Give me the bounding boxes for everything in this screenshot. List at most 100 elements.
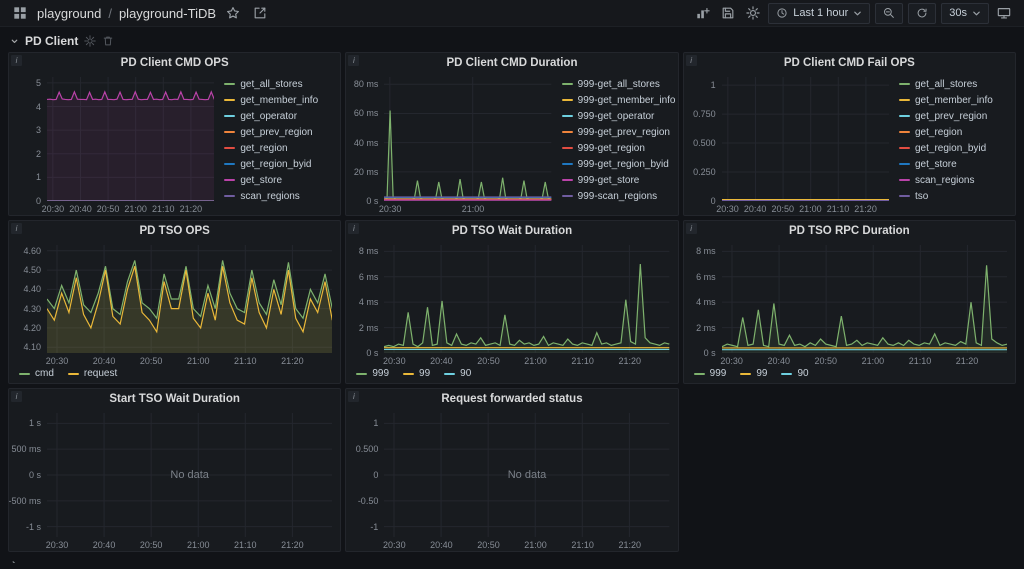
series-color-marker	[781, 372, 793, 375]
legend: 999 99 90	[684, 367, 1015, 383]
panel-pd-client-cmd-duration: i PD Client CMD Duration 0 s 20 ms 40 ms 60…	[345, 52, 679, 216]
plot-area[interactable]	[384, 77, 552, 201]
refresh-interval-picker[interactable]: 30s	[941, 2, 989, 24]
legend-item[interactable]: get_prev_region	[899, 108, 1011, 124]
legend-item[interactable]: 999-get_operator	[561, 108, 674, 124]
y-axis-label: 3	[35, 125, 41, 136]
panel-header: i PD TSO RPC Duration	[684, 221, 1015, 241]
legend-item[interactable]: get_region_byid	[224, 156, 336, 172]
legend-item[interactable]: 99	[740, 368, 767, 379]
legend-item[interactable]: 999-get_store	[561, 172, 674, 188]
next-row-header-clipped[interactable]	[10, 556, 1014, 563]
panel-title[interactable]: Start TSO Wait Duration	[9, 393, 340, 405]
legend-item[interactable]: get_all_stores	[224, 76, 336, 92]
row-settings-gear-icon[interactable]	[84, 35, 97, 47]
panel-chart-body: 0 0.250 0.500 0.750 1 20:30 20:40 20:50 21:00 21:…	[684, 73, 1015, 215]
legend-item[interactable]: 999-get_region_byid	[561, 156, 674, 172]
x-axis-label: 20:30	[383, 540, 406, 550]
legend-item[interactable]: request	[67, 368, 117, 379]
legend-item[interactable]: 999	[356, 368, 389, 379]
legend-item[interactable]: get_store	[899, 156, 1011, 172]
series-name: 999-get_store	[577, 174, 640, 186]
legend-item[interactable]: get_member_info	[224, 92, 336, 108]
plot-area[interactable]	[47, 245, 333, 353]
chart-area[interactable]: 4.10 4.20 4.30 4.40 4.50 4.60 20:30 20:40 20:50 2…	[9, 241, 340, 367]
legend-item[interactable]: tso	[899, 188, 1011, 204]
legend-item[interactable]: 999-get_member_info	[561, 92, 676, 108]
plot-area[interactable]	[47, 77, 215, 201]
legend-item[interactable]: 999-get_region	[561, 140, 674, 156]
series-name: get_all_stores	[240, 78, 303, 90]
legend-item[interactable]: get_all_stores	[899, 76, 1011, 92]
legend-item[interactable]: get_region	[899, 124, 1011, 140]
legend-item[interactable]: 999-scan_regions	[561, 188, 674, 204]
panel-title[interactable]: PD TSO RPC Duration	[684, 225, 1015, 237]
series-name: 999-get_region_byid	[577, 158, 669, 170]
legend-item[interactable]: scan_regions	[899, 172, 1011, 188]
plot-area[interactable]	[384, 245, 670, 353]
series-color-marker	[356, 372, 368, 375]
x-axis: 20:30 20:40 20:50 21:00 21:10 21:20	[46, 355, 332, 366]
series-color-marker	[561, 115, 573, 117]
no-data-message: No data	[507, 469, 547, 481]
legend-item[interactable]: get_region_byid	[899, 140, 1011, 156]
legend-item[interactable]: 99	[403, 368, 430, 379]
legend-item[interactable]: get_prev_region	[224, 124, 336, 140]
legend-item[interactable]: 999	[693, 368, 726, 379]
refresh-button[interactable]	[908, 2, 937, 24]
plot-area[interactable]	[721, 245, 1007, 353]
add-panel-icon[interactable]	[693, 3, 713, 23]
panel-title[interactable]: PD TSO OPS	[9, 225, 340, 237]
legend-item[interactable]: get_region	[224, 140, 336, 156]
chart-area[interactable]: 0 s 20 ms 40 ms 60 ms 80 ms 20:30 21:00	[346, 73, 559, 215]
legend-item[interactable]: 90	[444, 368, 471, 379]
legend-item[interactable]: cmd	[19, 368, 54, 379]
y-axis-label: 80 ms	[353, 79, 379, 90]
plot-area[interactable]	[722, 77, 889, 201]
legend-item[interactable]: get_member_info	[899, 92, 1011, 108]
breadcrumb-folder[interactable]: playground	[37, 6, 101, 21]
cycle-view-mode-icon[interactable]	[994, 3, 1014, 23]
chart-area[interactable]: 0 s2 ms 4 ms 6 ms 8 ms 20:30 20:40 20:50 21:00 2…	[684, 241, 1015, 367]
y-axis-label: 4.20	[23, 322, 41, 333]
y-axis-label: 1	[373, 418, 379, 429]
x-axis-label: 21:20	[281, 540, 304, 550]
panel-pd-client-cmd-fail-ops: i PD Client CMD Fail OPS 0 0.250 0.500 0.75…	[682, 52, 1016, 216]
panel-title[interactable]: Request forwarded status	[346, 393, 677, 405]
star-icon[interactable]	[223, 3, 243, 23]
chart-area[interactable]: 0 s2 ms 4 ms 6 ms 8 ms 20:30 20:40 20:50 21:00 2…	[346, 241, 677, 367]
chart-area[interactable]: 0 1 2 3 4 5 20:30 20:40 20:50 21:00 21:10 21:20	[9, 73, 222, 215]
breadcrumb-dashboard[interactable]: playground-TiDB	[119, 6, 216, 21]
panel-title[interactable]: PD Client CMD Fail OPS	[684, 57, 1015, 69]
plot-area[interactable]: No data	[384, 413, 669, 537]
time-range-picker[interactable]: Last 1 hour	[768, 2, 871, 24]
panel-title[interactable]: PD Client CMD OPS	[9, 57, 340, 69]
row-title[interactable]: PD Client	[25, 34, 78, 48]
legend-item[interactable]: 90	[781, 368, 809, 379]
series-color-marker	[224, 115, 236, 117]
dashboard-settings-icon[interactable]	[743, 3, 763, 23]
panel-title[interactable]: PD Client CMD Duration	[346, 57, 677, 69]
chart-area[interactable]: 1 s 500 ms 0 s -500 ms -1 s No data 20:30 20:40…	[9, 409, 340, 551]
y-axis: 0 0.250 0.500 0.750 1	[684, 77, 720, 206]
legend-item[interactable]: 999-get_all_stores	[561, 76, 674, 92]
dashboards-grid-icon[interactable]	[10, 3, 30, 23]
chart-area[interactable]: 1 0.500 0 -0.50 -1 No data 20:30 20:40 20:50 21:0…	[346, 409, 677, 551]
panel-title[interactable]: PD TSO Wait Duration	[346, 225, 677, 237]
legend-item[interactable]: scan_regions	[224, 188, 336, 204]
series-color-marker	[899, 147, 910, 149]
share-icon[interactable]	[250, 3, 270, 23]
legend-item[interactable]: 999-get_prev_region	[561, 124, 674, 140]
x-axis-label: 20:30	[716, 204, 739, 214]
plot-area[interactable]: No data	[47, 413, 332, 537]
legend-item[interactable]: get_operator	[224, 108, 336, 124]
chart-area[interactable]: 0 0.250 0.500 0.750 1 20:30 20:40 20:50 21:00 21:…	[684, 73, 897, 215]
series-name: get_region	[240, 142, 288, 154]
row-collapse-chevron-icon[interactable]	[10, 37, 19, 46]
legend-item[interactable]: get_store	[224, 172, 336, 188]
row-delete-trash-icon[interactable]	[102, 35, 114, 47]
panel-chart-body: 1 0.500 0 -0.50 -1 No data 20:30 20:40 20:50 21:0…	[346, 409, 677, 551]
save-dashboard-icon[interactable]	[718, 3, 738, 23]
zoom-out-button[interactable]	[875, 2, 904, 24]
zoom-out-icon	[884, 8, 895, 18]
